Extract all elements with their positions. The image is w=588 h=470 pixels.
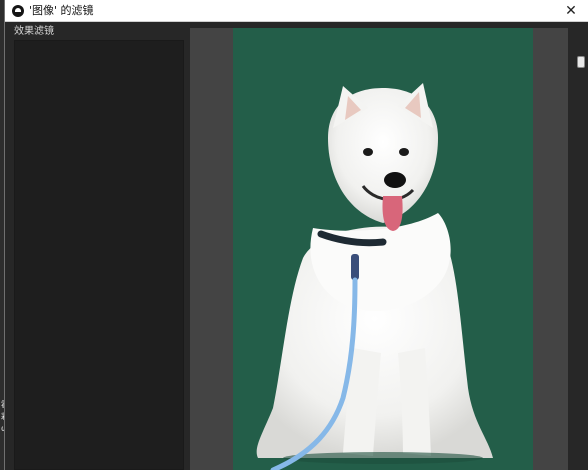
preview-area	[190, 28, 568, 470]
screen: 霍 彩 ω '图像' 的滤镜 ✕ 效果滤镜	[0, 0, 588, 470]
filters-dialog: '图像' 的滤镜 ✕ 效果滤镜	[4, 0, 588, 470]
panel-header: 效果滤镜	[14, 26, 54, 37]
dialog-title: '图像' 的滤镜	[29, 4, 94, 17]
scrollbar-thumb[interactable]	[577, 56, 585, 68]
close-button[interactable]: ✕	[562, 2, 580, 20]
filter-list[interactable]	[14, 40, 184, 470]
preview-canvas	[233, 28, 533, 470]
effects-filter-panel: 效果滤镜	[5, 22, 186, 470]
app-logo-icon	[12, 5, 24, 17]
dialog-titlebar[interactable]: '图像' 的滤镜 ✕	[5, 0, 588, 22]
dialog-content: 效果滤镜	[5, 22, 588, 470]
preview-scrollbar-track[interactable]	[568, 28, 588, 470]
dog-image	[256, 83, 493, 470]
